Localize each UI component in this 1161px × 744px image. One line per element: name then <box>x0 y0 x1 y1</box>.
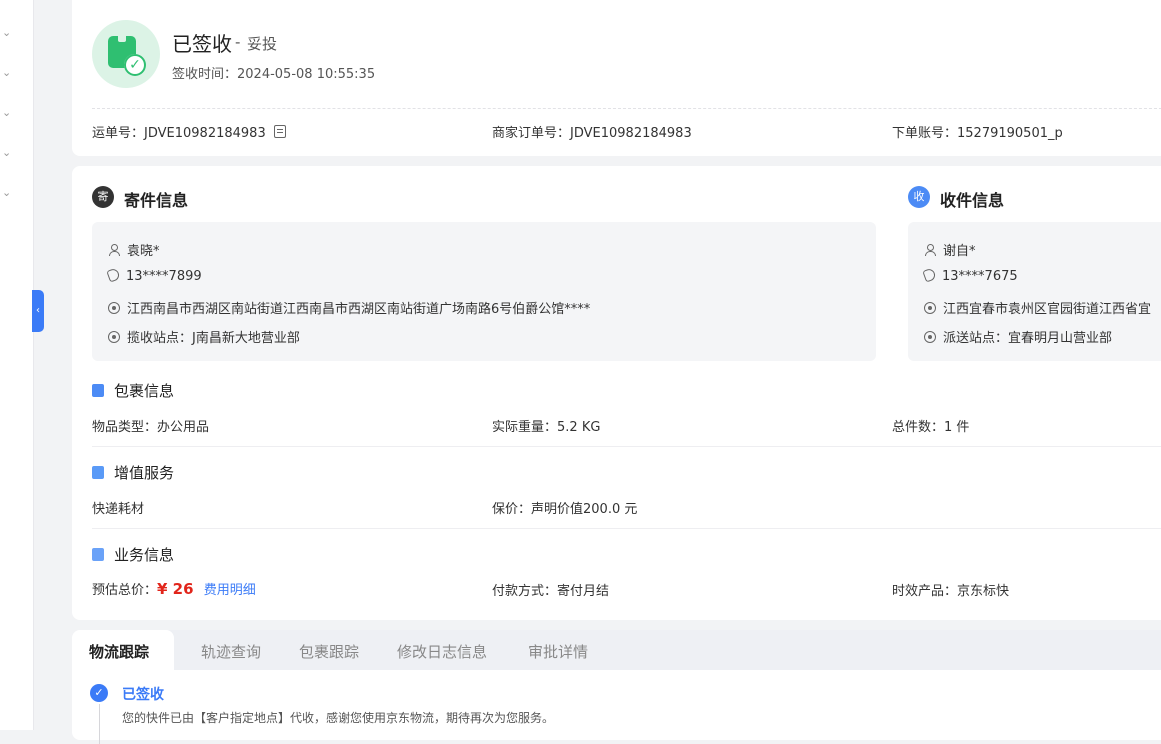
item-type: 物品类型：办公用品 <box>92 420 210 435</box>
divider <box>92 446 1161 447</box>
tracking-description: 您的快件已由【客户指定地点】代收，感谢您使用京东物流，期待再次为您服务。 <box>122 711 555 725</box>
order-account: 下单账号：15279190501_p <box>892 126 1063 141</box>
receiver-badge: 收 <box>908 186 930 208</box>
phone-icon <box>922 267 937 283</box>
location-icon <box>108 331 120 343</box>
receiver-address: 江西宜春市袁州区官园街道江西省宜 <box>924 298 1151 317</box>
info-card: 寄 寄件信息 收 收件信息 袁晓* 13****7899 江西南昌市西湖区南站街… <box>72 166 1161 620</box>
package-icon <box>92 384 104 397</box>
payment-method: 付款方式：寄付月结 <box>492 584 610 599</box>
package-heading: 包裹信息 <box>92 380 174 401</box>
total-count: 总件数：1 件 <box>892 420 970 435</box>
chevron-down-icon[interactable]: ⌄ <box>2 27 12 38</box>
divider <box>92 108 1161 109</box>
sender-badge: 寄 <box>92 186 114 208</box>
status-title: 已签收 <box>172 32 232 56</box>
tracking-card: 物流跟踪 轨迹查询 包裹跟踪 修改日志信息 审批详情 ✓ 已签收 您的快件已由【… <box>72 630 1161 744</box>
material: 快递耗材 <box>92 502 145 517</box>
chevron-down-icon[interactable]: ⌄ <box>2 187 12 198</box>
business-icon <box>92 548 104 561</box>
package-check-icon: ✓ <box>92 20 160 88</box>
value-added-heading: 增值服务 <box>92 462 174 483</box>
left-sidebar: ⌄ ⌄ ⌄ ⌄ ⌄ <box>0 0 34 730</box>
receiver-station: 派送站点：宜春明月山营业部 <box>924 327 1112 346</box>
person-icon <box>108 244 120 256</box>
check-icon: ✓ <box>90 684 108 702</box>
service-product: 时效产品：京东标快 <box>892 584 1010 599</box>
status-sub: 妥投 <box>247 35 278 53</box>
price-value: ¥ 26 <box>157 580 194 598</box>
sign-time: 签收时间：2024-05-08 10:55:35 <box>172 67 376 82</box>
insured-value: 保价：声明价值200.0 元 <box>492 502 638 517</box>
chevron-down-icon[interactable]: ⌄ <box>2 147 12 158</box>
status-card: ✓ 已签收 - 妥投 签收时间：2024-05-08 10:55:35 运单号：… <box>72 0 1161 156</box>
receiver-name: 谢自* <box>924 240 976 259</box>
sender-title: 寄件信息 <box>124 191 189 210</box>
tab-package-tracking[interactable]: 包裹跟踪 <box>299 641 359 662</box>
tracking-status: 已签收 <box>122 687 164 703</box>
business-heading: 业务信息 <box>92 544 174 565</box>
copy-icon[interactable] <box>273 125 286 138</box>
divider <box>92 528 1161 529</box>
location-icon <box>108 302 120 314</box>
estimated-price: 预估总价：¥ 26 费用明细 <box>92 580 256 598</box>
chevron-down-icon[interactable]: ⌄ <box>2 67 12 78</box>
receiver-box: 谢自* 13****7675 江西宜春市袁州区官园街道江西省宜 派送站点：宜春明… <box>908 222 1161 361</box>
tab-logistics-tracking[interactable]: 物流跟踪 <box>89 641 149 662</box>
sender-name: 袁晓* <box>108 240 160 259</box>
sender-box: 袁晓* 13****7899 江西南昌市西湖区南站街道江西南昌市西湖区南站街道广… <box>92 222 876 361</box>
tab-approval-details[interactable]: 审批详情 <box>528 641 588 662</box>
merchant-order: 商家订单号：JDVE10982184983 <box>492 126 692 141</box>
actual-weight: 实际重量：5.2 KG <box>492 420 601 435</box>
location-icon <box>924 302 936 314</box>
receiver-phone: 13****7675 <box>922 267 1018 284</box>
collapse-arrow-icon[interactable]: ‹ <box>32 290 44 332</box>
tab-change-log[interactable]: 修改日志信息 <box>397 641 487 662</box>
person-icon <box>924 244 936 256</box>
chevron-down-icon[interactable]: ⌄ <box>2 107 12 118</box>
location-icon <box>924 331 936 343</box>
service-icon <box>92 466 104 479</box>
sender-address: 江西南昌市西湖区南站街道江西南昌市西湖区南站街道广场南路6号伯爵公馆**** <box>108 298 590 317</box>
phone-icon <box>106 267 121 283</box>
sender-phone: 13****7899 <box>106 267 202 284</box>
timeline-line <box>99 704 100 744</box>
tab-bar: 物流跟踪 轨迹查询 包裹跟踪 修改日志信息 审批详情 <box>72 630 1161 670</box>
tab-trajectory-query[interactable]: 轨迹查询 <box>201 641 261 662</box>
sender-station: 揽收站点：J南昌新大地营业部 <box>108 327 300 346</box>
waybill-number: 运单号：JDVE10982184983 <box>92 122 286 141</box>
receiver-title: 收件信息 <box>940 191 1005 210</box>
fee-detail-link[interactable]: 费用明细 <box>204 583 256 598</box>
